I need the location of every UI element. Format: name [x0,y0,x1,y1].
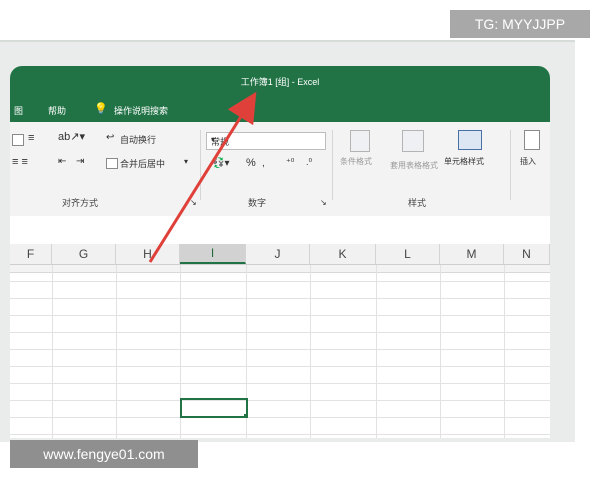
table-format-button[interactable]: 套用表格格式 [390,160,438,171]
align-left-icon[interactable] [12,134,24,146]
row-line [10,281,550,282]
conditional-format-icon[interactable] [350,130,370,152]
row-line [10,417,550,418]
column-header-G[interactable]: G [52,244,116,264]
column-header-M[interactable]: M [440,244,504,264]
alignment-group-label: 对齐方式 [62,198,99,208]
menu-bar: 图 帮助 💡 操作说明搜索 [10,96,550,122]
chevron-down-icon: ▾ [211,135,216,144]
photo-border [575,40,600,440]
col-line [440,265,441,438]
insert-button[interactable]: 插入 [520,156,536,167]
chevron-down-icon[interactable]: ▾ [184,157,188,166]
window-title: 工作簿1 [组] - Excel [240,76,320,87]
number-group-label: 数字 [248,198,267,208]
title-bar: 工作簿1 [组] - Excel [10,66,550,96]
col-line [504,265,505,438]
column-header-J[interactable]: J [246,244,310,264]
row-line [10,349,550,350]
row-line [10,434,550,435]
wrap-text-icon[interactable]: ↩ [106,132,114,143]
row-line [10,366,550,367]
row-line [10,383,550,384]
column-header-F[interactable]: F [10,244,52,264]
col-line [52,265,53,438]
orientation-icon[interactable]: ab↗▾ [58,130,85,143]
row-line [10,315,550,316]
column-header-L[interactable]: L [376,244,440,264]
styles-group-label: 样式 [408,198,427,208]
watermark-bottom: www.fengye01.com [10,440,198,468]
indent-decrease-icon[interactable]: ⇤ [58,156,66,167]
excel-window: 工作簿1 [组] - Excel 图 帮助 💡 操作说明搜索 ≡ ab↗▾ ≡ … [10,66,550,438]
column-header-row: F G H I J K L M N [10,244,550,265]
row-line [10,298,550,299]
dialog-launcher-icon[interactable]: ↘ [320,198,327,207]
col-line [116,265,117,438]
lightbulb-icon: 💡 [94,103,108,115]
column-header-K[interactable]: K [310,244,376,264]
comma-icon[interactable]: , [262,158,265,169]
active-cell[interactable] [180,398,248,418]
align-center-icon[interactable]: ≡ [28,132,34,144]
fill-handle[interactable] [244,414,248,418]
insert-cells-icon[interactable] [524,130,540,150]
watermark-top: TG: MYYJJPP [450,10,590,38]
merge-center-icon[interactable] [106,158,118,169]
tell-me-search[interactable]: 操作说明搜索 [114,104,168,117]
separator [332,130,333,200]
menu-item-help[interactable]: 帮助 [48,104,66,117]
column-header-I[interactable]: I [180,244,246,264]
merge-center-button[interactable]: 合并后居中 [120,157,165,170]
dialog-launcher-icon[interactable]: ↘ [190,198,197,207]
cell-grid[interactable] [10,265,550,438]
cell-styles-button[interactable]: 单元格样式 [444,156,484,167]
currency-icon[interactable]: 💱▾ [212,158,229,169]
decimal-increase-icon[interactable]: ⁺⁰ [286,157,294,168]
number-format-select[interactable]: 常规 ▾ [206,132,326,150]
indent-increase-icon[interactable]: ⇥ [76,156,84,167]
table-format-icon[interactable] [402,130,424,152]
wrap-text-button[interactable]: 自动换行 [120,133,156,146]
row-line [10,332,550,333]
percent-button[interactable]: % [246,157,256,169]
conditional-format-button[interactable]: 条件格式 [340,156,372,167]
separator [510,130,511,200]
justify-icon[interactable]: ≡ ≡ [12,156,28,168]
column-header-N[interactable]: N [504,244,550,264]
col-line [376,265,377,438]
separator [200,130,201,200]
decimal-decrease-icon[interactable]: .⁰ [306,157,312,168]
row-line [10,400,550,401]
column-header-H[interactable]: H [116,244,180,264]
menu-item-partial[interactable]: 图 [14,104,23,117]
cell-styles-icon[interactable] [458,130,482,150]
col-line [310,265,311,438]
